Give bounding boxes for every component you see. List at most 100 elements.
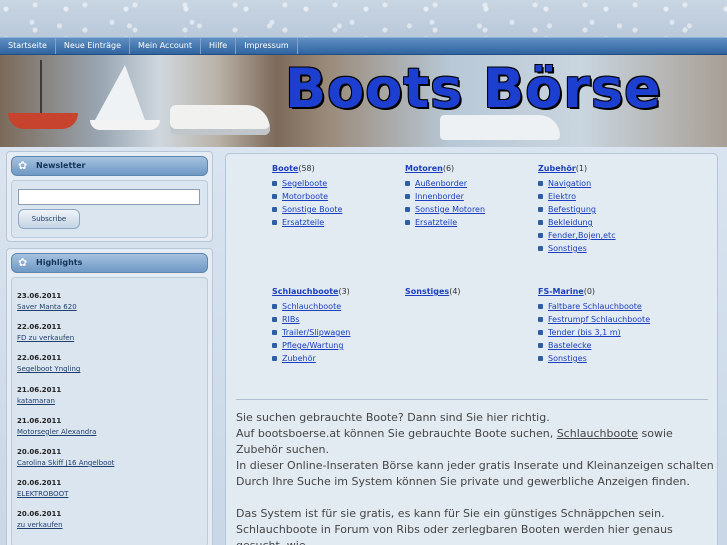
subcategory-link[interactable]: Navigation [548, 179, 591, 188]
subcategory-link[interactable]: Außenborder [415, 179, 467, 188]
list-item: 21.06.2011 katamaran [12, 378, 207, 409]
banner-boat-image [8, 113, 78, 129]
category-link[interactable]: Zubehör [538, 164, 576, 173]
intro-line: Auf bootsboerse.at können Sie gebrauchte… [236, 426, 714, 458]
list-item: Navigation [538, 177, 616, 190]
highlight-link[interactable]: FD zu verkaufen [17, 334, 202, 342]
top-band [0, 0, 727, 37]
list-item: Sonstige Boote [272, 203, 342, 216]
intro-line: Schlauchboote in Forum von Ribs oder zer… [236, 523, 673, 545]
highlight-link[interactable]: katamaran [17, 397, 202, 405]
newsletter-box: ✿ Newsletter Subscribe [6, 151, 213, 242]
intro-line: Sie suchen gebrauchte Boote? Dann sind S… [236, 411, 550, 424]
highlight-date: 23.06.2011 [17, 292, 62, 300]
list-item: Motorboote [272, 190, 342, 203]
highlight-date: 20.06.2011 [17, 510, 62, 519]
newsletter-title: Newsletter [36, 161, 86, 170]
subcategory-link[interactable]: Trailer/Slipwagen [282, 328, 350, 337]
category-count: (1) [575, 164, 588, 173]
list-item: Festrumpf Schlauchboote [538, 313, 650, 326]
subcategory-link[interactable]: Sonstige Boote [282, 205, 342, 214]
subcategory-link[interactable]: Ersatzteile [282, 218, 324, 227]
subcategory-link[interactable]: Befestigung [548, 205, 596, 214]
category-boote: Boote(58) Segelboote Motorboote Sonstige… [272, 164, 342, 229]
list-item: 20.06.2011 Carolina Skiff J16 Angelboot [12, 440, 207, 471]
subcategory-link[interactable]: Tender (bis 3,1 m) [548, 328, 621, 337]
category-count: (0) [583, 287, 596, 296]
highlight-date: 20.06.2011 [17, 479, 62, 488]
banner-sailboat-image [90, 120, 160, 130]
list-item: Tender (bis 3,1 m) [538, 326, 650, 339]
list-item: Innenborder [405, 190, 485, 203]
subcategory-link[interactable]: Zubehör [282, 354, 316, 363]
subcategory-link[interactable]: Pflege/Wartung [282, 341, 343, 350]
schlauchboote-link[interactable]: Schlauchboote [557, 427, 638, 440]
main-nav: Startseite Neue Einträge Mein Account Hi… [0, 37, 727, 55]
subcategory-link[interactable]: Fender,Bojen,etc [548, 231, 616, 240]
category-link[interactable]: FS-Marine [538, 287, 584, 296]
subcategory-link[interactable]: Festrumpf Schlauchboote [548, 315, 650, 324]
subcategory-link[interactable]: Innenborder [415, 192, 464, 201]
list-item: Sonstiges [538, 242, 616, 255]
subcategory-link[interactable]: Bastelecke [548, 341, 591, 350]
list-item: Pflege/Wartung [272, 339, 350, 352]
category-link[interactable]: Boote [272, 164, 298, 173]
subcategory-link[interactable]: RIBs [282, 315, 300, 324]
list-item: 22.06.2011 Segelboot Yngling [12, 346, 207, 377]
highlight-link[interactable]: Carolina Skiff J16 Angelboot [17, 459, 202, 467]
list-item: Ersatzteile [405, 216, 485, 229]
category-motoren: Motoren(6) Außenborder Innenborder Sonst… [405, 164, 485, 229]
highlight-date: 21.06.2011 [17, 416, 62, 425]
intro-text-segment: Auf bootsboerse.at können Sie gebrauchte… [236, 427, 557, 440]
intro-line: Das System ist für sie gratis, es kann f… [236, 507, 665, 520]
nav-mein-account[interactable]: Mein Account [130, 38, 202, 54]
subcategory-link[interactable]: Segelboote [282, 179, 327, 188]
highlights-title: Highlights [36, 258, 83, 267]
intro-line: Durch Ihre Suche im System können Sie pr… [236, 475, 690, 488]
subcategory-link[interactable]: Elektro [548, 192, 576, 201]
highlights-box: ✿ Highlights 23.06.2011 Saver Manta 620 … [6, 248, 213, 545]
highlight-date: 20.06.2011 [17, 447, 62, 456]
subcategory-link[interactable]: Sonstige Motoren [415, 205, 485, 214]
list-item: Bekleidung [538, 216, 616, 229]
category-count: (4) [449, 287, 461, 296]
category-sonstiges: Sonstiges(4) [405, 287, 461, 296]
nav-neue-eintraege[interactable]: Neue Einträge [56, 38, 131, 54]
subcategory-link[interactable]: Sonstiges [548, 354, 587, 363]
list-item: Elektro [538, 190, 616, 203]
site-logo-title: Boots Börse [285, 57, 662, 120]
highlights-header: ✿ Highlights [11, 253, 208, 273]
highlight-link[interactable]: ELEKTROBOOT [17, 490, 202, 498]
subscribe-button[interactable]: Subscribe [18, 209, 80, 229]
subcategory-link[interactable]: Bekleidung [548, 218, 593, 227]
subcategory-link[interactable]: Motorboote [282, 192, 328, 201]
category-fs-marine: FS-Marine(0) Faltbare Schlauchboote Fest… [538, 287, 650, 365]
highlight-link[interactable]: Motorsegler Alexandra [17, 428, 202, 436]
subcategory-link[interactable]: Faltbare Schlauchboote [548, 302, 642, 311]
list-item: Schlauchboote [272, 300, 350, 313]
highlight-date: 22.06.2011 [17, 354, 62, 363]
subcategory-link[interactable]: Schlauchboote [282, 302, 341, 311]
list-item: Außenborder [405, 177, 485, 190]
category-link[interactable]: Motoren [405, 164, 443, 173]
nav-startseite[interactable]: Startseite [0, 38, 56, 54]
highlight-link[interactable]: Segelboot Yngling [17, 365, 202, 373]
subcategory-link[interactable]: Ersatzteile [415, 218, 457, 227]
intro-text: Sie suchen gebrauchte Boote? Dann sind S… [236, 410, 714, 545]
category-link[interactable]: Sonstiges [405, 287, 449, 296]
highlight-link[interactable]: zu verkaufen [17, 521, 202, 529]
list-item: Sonstiges [538, 352, 650, 365]
intro-line: In dieser Online-Inseraten Börse kann je… [236, 459, 714, 472]
list-item: Ersatzteile [272, 216, 342, 229]
category-link[interactable]: Schlauchboote [272, 287, 338, 296]
newsletter-email-input[interactable] [18, 189, 200, 205]
header-banner: Boots Börse [0, 55, 727, 147]
category-count: (6) [442, 164, 455, 173]
nav-impressum[interactable]: Impressum [236, 38, 298, 54]
category-count: (3) [338, 287, 350, 296]
subcategory-link[interactable]: Sonstiges [548, 244, 587, 253]
highlight-link[interactable]: Saver Manta 620 [17, 303, 202, 311]
nav-hilfe[interactable]: Hilfe [201, 38, 237, 54]
list-item: 20.06.2011 ELEKTROBOOT [12, 471, 207, 502]
highlight-date: 22.06.2011 [17, 323, 62, 332]
